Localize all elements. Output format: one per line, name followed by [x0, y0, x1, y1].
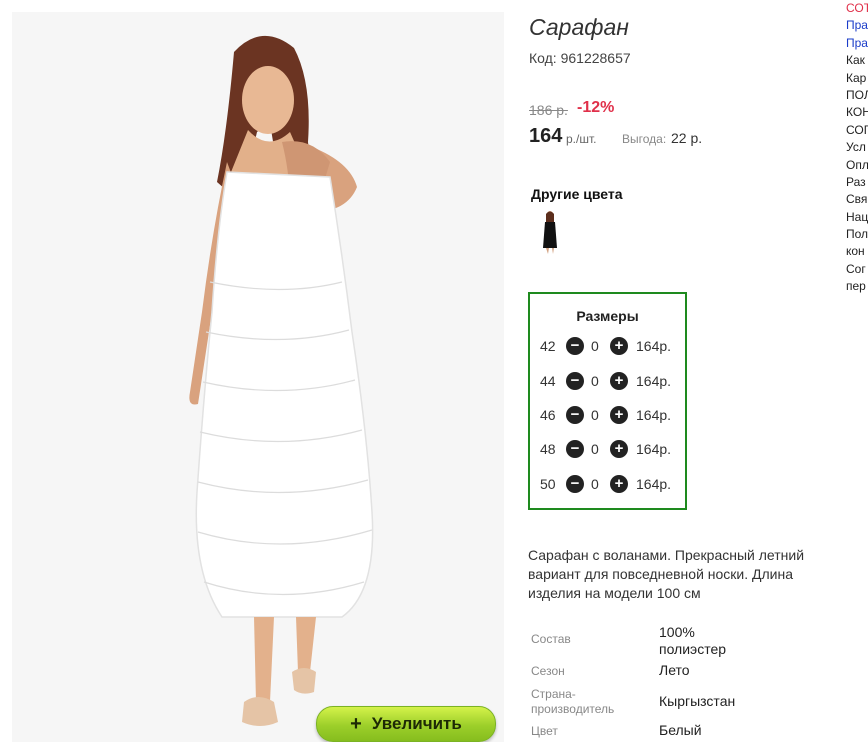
size-price: 164р.	[636, 441, 672, 457]
minus-icon[interactable]: −	[566, 337, 584, 355]
spec-value: 100% полиэстер	[659, 624, 727, 657]
side-menu-item[interactable]: Нац	[846, 209, 868, 226]
other-colors-heading: Другие цвета	[531, 186, 623, 202]
side-menu-item[interactable]: Пра	[846, 35, 868, 52]
quantity-value: 0	[591, 338, 599, 354]
benefit-value: 22 р.	[671, 130, 703, 146]
plus-icon[interactable]: +	[610, 406, 628, 424]
size-price: 164р.	[636, 373, 672, 389]
black-dress-thumbnail	[543, 211, 557, 254]
spec-label: Страна-производитель	[531, 687, 615, 716]
zoom-button[interactable]: + Увеличить	[316, 706, 496, 742]
size-row: 44 − 0 + 164р.	[530, 371, 685, 393]
plus-icon[interactable]: +	[610, 475, 628, 493]
product-title: Сарафан	[529, 14, 629, 40]
minus-icon[interactable]: −	[566, 440, 584, 458]
price-row: 164	[529, 125, 562, 148]
spec-value: Кыргызстан	[659, 693, 736, 709]
size-value: 46	[540, 407, 556, 423]
minus-icon[interactable]: −	[566, 406, 584, 424]
old-price: 186 р.	[529, 102, 568, 118]
quantity-value: 0	[591, 476, 599, 492]
spec-label: Состав	[531, 632, 571, 646]
size-value: 50	[540, 476, 556, 492]
quantity-value: 0	[591, 407, 599, 423]
current-price: 164	[529, 125, 563, 147]
side-menu-item[interactable]: Как	[846, 52, 868, 69]
product-description: Сарафан с воланами. Прекрасный летний ва…	[528, 547, 805, 601]
minus-icon[interactable]: −	[566, 475, 584, 493]
plus-icon[interactable]: +	[610, 337, 628, 355]
side-menu-item[interactable]: Опл	[846, 157, 868, 174]
discount-badge: -12%	[577, 99, 615, 116]
side-menu-item[interactable]: ПОЛ	[846, 87, 868, 104]
spec-label: Цвет	[531, 724, 558, 738]
side-menu: СОТ Пра Пра Как Кар ПОЛ КОН СОГ Усл Опл …	[846, 0, 868, 296]
color-swatch-black[interactable]	[536, 210, 564, 256]
side-menu-item[interactable]: СОТ	[846, 0, 868, 17]
side-menu-item[interactable]: Свя	[846, 191, 868, 208]
sizes-title: Размеры	[576, 308, 639, 324]
product-code: Код: 961228657	[529, 50, 631, 66]
plus-icon[interactable]: +	[610, 440, 628, 458]
plus-icon[interactable]: +	[610, 372, 628, 390]
size-row: 48 − 0 + 164р.	[530, 439, 685, 461]
side-menu-item[interactable]: Сог	[846, 261, 868, 278]
size-price: 164р.	[636, 476, 672, 492]
size-row: 46 − 0 + 164р.	[530, 405, 685, 427]
zoom-button-label: Увеличить	[371, 714, 462, 733]
plus-icon: +	[350, 713, 362, 735]
spec-value: Лето	[659, 662, 690, 678]
side-menu-item[interactable]: Кар	[846, 70, 868, 87]
minus-icon[interactable]: −	[566, 372, 584, 390]
spec-label: Сезон	[531, 664, 565, 678]
product-photo[interactable]	[12, 12, 504, 742]
side-menu-item[interactable]: пер	[846, 278, 868, 295]
spec-value: Белый	[659, 722, 702, 738]
price-unit: р./шт.	[566, 132, 597, 146]
size-row: 42 − 0 + 164р.	[530, 336, 685, 358]
side-menu-item[interactable]: Усл	[846, 139, 868, 156]
quantity-value: 0	[591, 441, 599, 457]
size-value: 44	[540, 373, 556, 389]
sizes-panel: Размеры 42 − 0 + 164р. 44 − 0 + 164р. 46…	[528, 292, 687, 510]
size-price: 164р.	[636, 407, 672, 423]
side-menu-item[interactable]: Пол	[846, 226, 868, 243]
size-value: 48	[540, 441, 556, 457]
side-menu-item[interactable]: Раз	[846, 174, 868, 191]
size-price: 164р.	[636, 338, 672, 354]
side-menu-item[interactable]: Пра	[846, 17, 868, 34]
side-menu-item[interactable]: кон	[846, 243, 868, 260]
size-value: 42	[540, 338, 556, 354]
quantity-value: 0	[591, 373, 599, 389]
benefit-label: Выгода:	[622, 132, 667, 146]
size-row: 50 − 0 + 164р.	[530, 474, 685, 496]
side-menu-item[interactable]: КОН	[846, 104, 868, 121]
product-image	[12, 12, 504, 742]
side-menu-item[interactable]: СОГ	[846, 122, 868, 139]
